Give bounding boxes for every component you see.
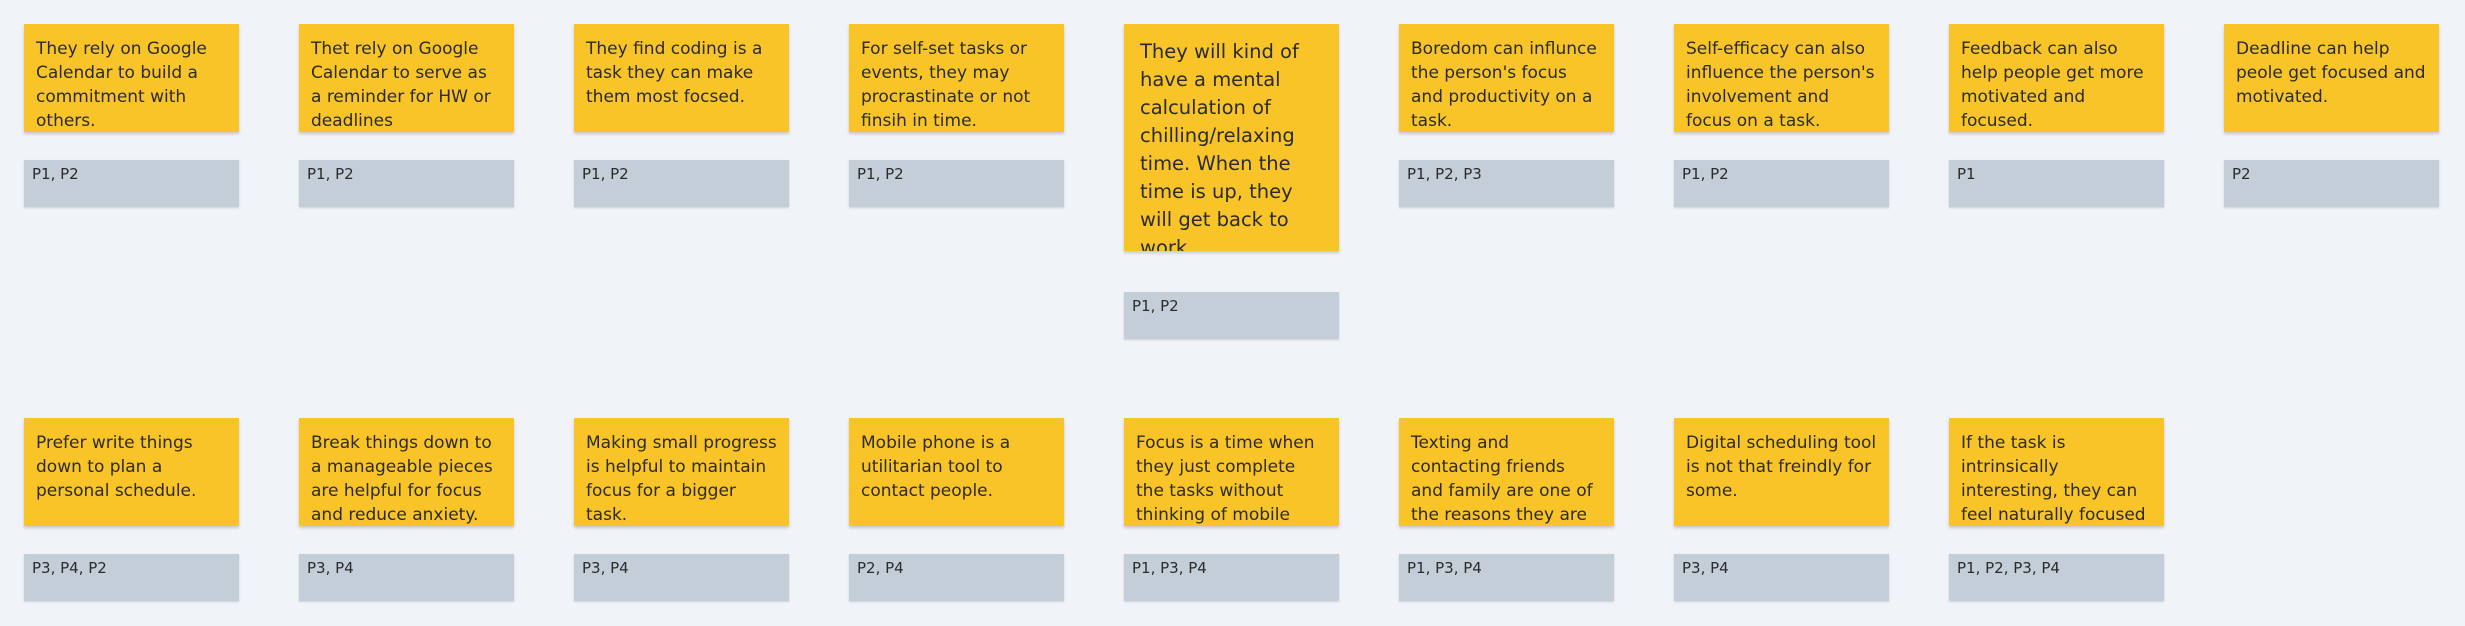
participant-tag[interactable]: P1, P2, P3, P4 [1949, 554, 2164, 601]
sticky-note[interactable]: Deadline can help peole get focused and … [2224, 24, 2439, 132]
sticky-note-large[interactable]: They will kind of have a mental calculat… [1124, 24, 1339, 251]
participant-tag[interactable]: P1, P3, P4 [1124, 554, 1339, 601]
participant-tag[interactable]: P1, P2 [849, 160, 1064, 207]
sticky-note[interactable]: Thet rely on Google Calendar to serve as… [299, 24, 514, 132]
sticky-note[interactable]: If the task is intrinsically interesting… [1949, 418, 2164, 526]
sticky-note[interactable]: Break things down to a manageable pieces… [299, 418, 514, 526]
sticky-note[interactable]: Texting and contacting friends and famil… [1399, 418, 1614, 526]
sticky-note[interactable]: Prefer write things down to plan a perso… [24, 418, 239, 526]
participant-tag[interactable]: P3, P4, P2 [24, 554, 239, 601]
participant-tag[interactable]: P2 [2224, 160, 2439, 207]
participant-tag[interactable]: P1, P3, P4 [1399, 554, 1614, 601]
sticky-note[interactable]: Feedback can also help people get more m… [1949, 24, 2164, 132]
sticky-note[interactable]: Making small progress is helpful to main… [574, 418, 789, 526]
participant-tag[interactable]: P3, P4 [299, 554, 514, 601]
participant-tag[interactable]: P2, P4 [849, 554, 1064, 601]
participant-tag[interactable]: P3, P4 [1674, 554, 1889, 601]
sticky-note[interactable]: Self-efficacy can also influence the per… [1674, 24, 1889, 132]
participant-tag[interactable]: P1, P2 [1674, 160, 1889, 207]
sticky-note[interactable]: Boredom can influnce the person's focus … [1399, 24, 1614, 132]
sticky-note[interactable]: Digital scheduling tool is not that frei… [1674, 418, 1889, 526]
sticky-note[interactable]: They rely on Google Calendar to build a … [24, 24, 239, 132]
participant-tag[interactable]: P3, P4 [574, 554, 789, 601]
sticky-note[interactable]: Focus is a time when they just complete … [1124, 418, 1339, 526]
affinity-board: They rely on Google Calendar to build a … [0, 0, 2465, 626]
participant-tag[interactable]: P1, P2 [299, 160, 514, 207]
participant-tag[interactable]: P1, P2 [1124, 292, 1339, 339]
participant-tag[interactable]: P1, P2 [24, 160, 239, 207]
participant-tag[interactable]: P1, P2 [574, 160, 789, 207]
sticky-note[interactable]: Mobile phone is a utilitarian tool to co… [849, 418, 1064, 526]
participant-tag[interactable]: P1, P2, P3 [1399, 160, 1614, 207]
sticky-note[interactable]: For self-set tasks or events, they may p… [849, 24, 1064, 132]
participant-tag[interactable]: P1 [1949, 160, 2164, 207]
sticky-note[interactable]: They find coding is a task they can make… [574, 24, 789, 132]
